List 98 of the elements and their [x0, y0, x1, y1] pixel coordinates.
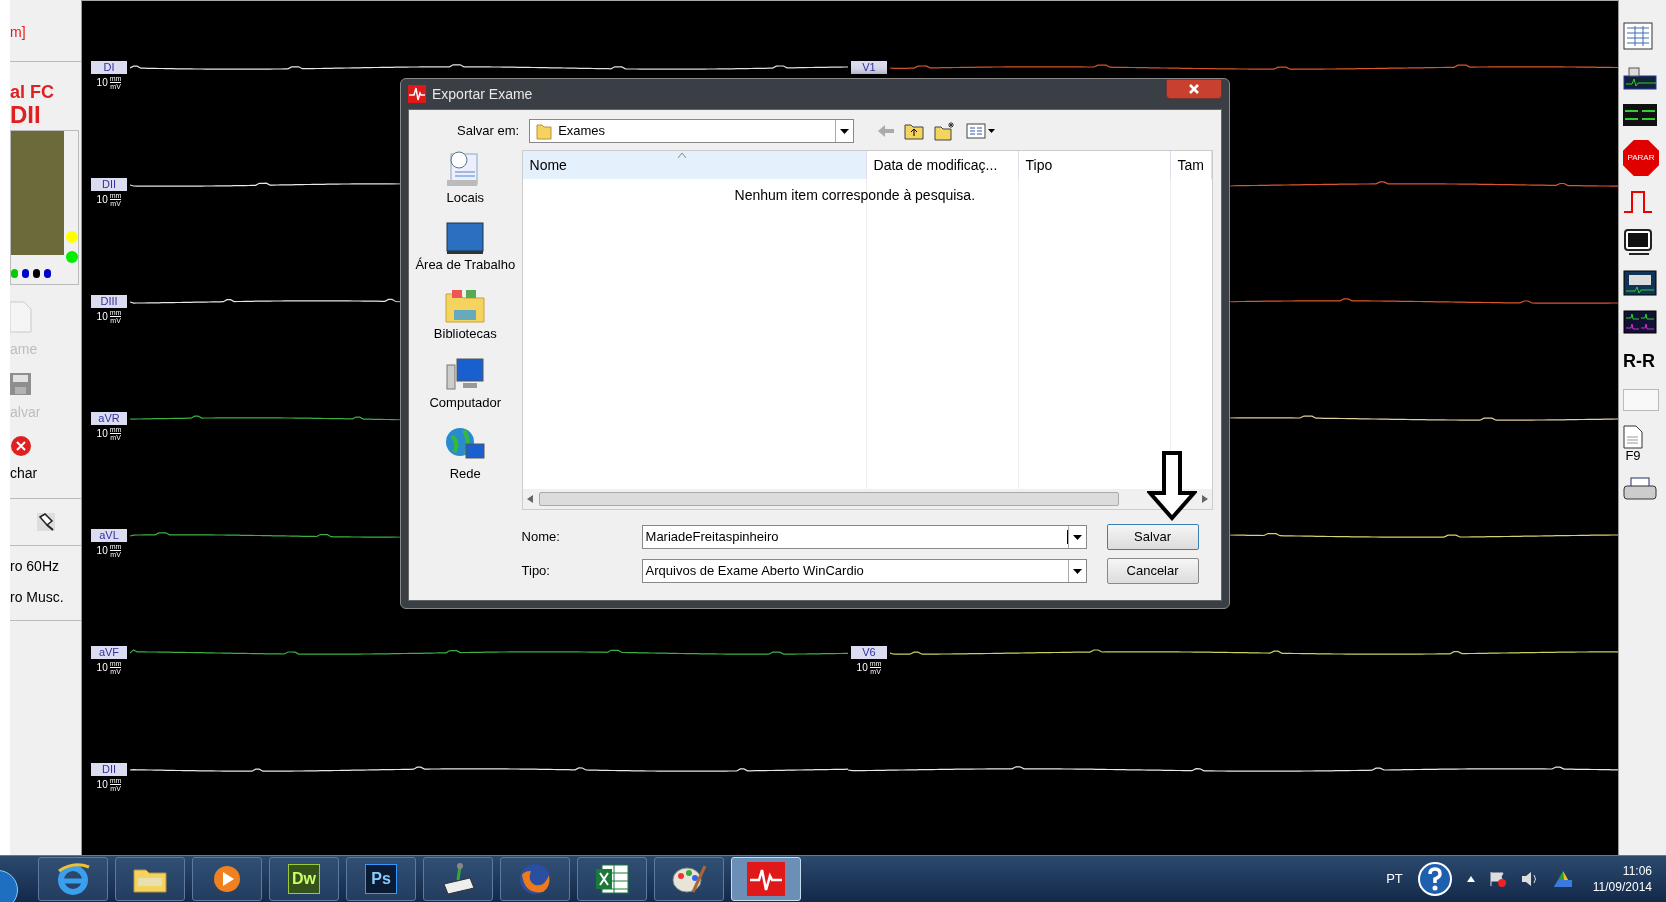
places-item[interactable]: Computador — [415, 357, 516, 410]
taskbar-app-button[interactable]: Dw — [269, 857, 339, 901]
rr-label[interactable]: R-R — [1623, 348, 1655, 375]
scroll-right-icon[interactable] — [1202, 495, 1208, 503]
computer-icon — [445, 357, 486, 393]
fox-globe-icon — [517, 861, 553, 897]
taskbar-app-button[interactable] — [423, 857, 493, 901]
cancel-button[interactable]: Cancelar — [1106, 558, 1199, 584]
dashed-lines-icon[interactable] — [1623, 104, 1657, 126]
column-header[interactable]: Nome — [522, 151, 867, 179]
scale-value: 10 — [856, 661, 868, 675]
heartbeat-icon — [408, 85, 426, 103]
lead-label[interactable]: DIII — [91, 295, 127, 308]
places-item[interactable]: Locais — [415, 150, 516, 205]
file-type-dropdown[interactable]: Arquivos de Exame Aberto WinCardio — [641, 559, 1087, 583]
browser-e-icon — [55, 861, 91, 897]
square-pulse-icon[interactable] — [1623, 190, 1653, 214]
filter-option[interactable]: ro Musc. — [10, 587, 81, 608]
view-menu-button[interactable] — [966, 123, 996, 139]
folder-dropdown[interactable]: Exames — [529, 119, 855, 143]
list-view-icon — [966, 123, 987, 139]
blank-field[interactable] — [1623, 389, 1659, 411]
close-icon — [1188, 83, 1200, 95]
lead-label[interactable]: V6 — [851, 646, 887, 659]
close-button[interactable] — [1166, 79, 1222, 99]
close-icon — [10, 435, 32, 457]
desktop-icon — [445, 221, 486, 255]
table-document-icon[interactable] — [1623, 22, 1653, 50]
dropdown-caret-icon — [1072, 534, 1082, 540]
triangle-drive-icon[interactable] — [1552, 870, 1573, 888]
clock-time[interactable]: 11:06 — [1622, 863, 1652, 879]
filter-option[interactable]: ro 60Hz — [10, 556, 81, 577]
folder-icon — [444, 288, 487, 324]
dropdown-caret-icon — [840, 128, 850, 134]
scale-value: 10 — [96, 778, 108, 792]
taskbar-app-button[interactable] — [577, 857, 647, 901]
folder-icon — [536, 122, 553, 140]
printer-icon[interactable] — [1623, 477, 1657, 501]
lead-label[interactable]: V1 — [851, 61, 887, 74]
lead-label[interactable]: aVL — [91, 529, 127, 542]
speaker-icon[interactable] — [1520, 871, 1539, 887]
panel-header: m] — [10, 24, 26, 40]
field-label: Tipo: — [521, 562, 551, 581]
taskbar-app-button[interactable] — [115, 857, 185, 901]
scale-value: 10 — [96, 661, 108, 675]
heartbeat-icon — [747, 862, 785, 896]
lead-label[interactable]: DII — [91, 178, 127, 191]
help-icon[interactable] — [1416, 861, 1453, 897]
save-button[interactable]: Salvar — [1106, 524, 1199, 550]
flag-icon[interactable] — [1488, 871, 1507, 887]
stop-button[interactable]: PARAR — [1623, 140, 1659, 176]
lead-label[interactable]: aVR — [91, 412, 127, 425]
ecg-monitor-icon[interactable] — [1623, 64, 1657, 90]
dialog-title: Exportar Exame — [432, 84, 534, 104]
shortcut-label: F9 — [1625, 449, 1641, 463]
dropdown-caret-icon — [988, 129, 996, 133]
language-indicator[interactable]: PT — [1386, 869, 1403, 889]
monitor-icon[interactable] — [1623, 228, 1653, 256]
places-item[interactable]: Área de Trabalho — [415, 221, 516, 272]
lead-label[interactable]: aVF — [91, 646, 127, 659]
scale-value: 10 — [96, 544, 108, 558]
probe-tool-icon[interactable] — [34, 511, 57, 533]
app-letters-icon: Dw — [288, 864, 320, 894]
scale-value: 10 — [96, 310, 108, 324]
lead-label[interactable]: DII — [91, 763, 127, 776]
taskbar-app-button[interactable] — [38, 857, 108, 901]
taskbar-app-button[interactable] — [654, 857, 724, 901]
multi-ecg-icon[interactable] — [1623, 310, 1657, 334]
places-item[interactable]: Bibliotecas — [415, 288, 516, 341]
taskbar-app-button[interactable]: Ps — [346, 857, 416, 901]
document-icon[interactable] — [1623, 425, 1643, 449]
field-label: Nome: — [521, 528, 561, 547]
scale-value: 10 — [96, 193, 108, 207]
new-folder-icon[interactable] — [934, 121, 957, 141]
empty-list-message: Nenhum item corresponde à pesquisa. — [734, 186, 975, 205]
up-folder-icon[interactable] — [904, 122, 925, 140]
page-icon — [10, 301, 32, 333]
spreadsheet-icon — [594, 863, 630, 895]
folder-name: Exames — [558, 122, 607, 141]
scroll-left-icon[interactable] — [526, 495, 533, 503]
panel-title: al FC — [10, 82, 55, 102]
taskbar-app-button[interactable] — [192, 857, 262, 901]
scale-value: 10 — [96, 76, 108, 90]
app-letters-icon: Ps — [365, 864, 397, 894]
side-action-button[interactable]: char — [10, 435, 81, 484]
clock-date[interactable]: 11/09/2014 — [1592, 879, 1652, 895]
lead-name: DII — [10, 102, 42, 128]
play-button-icon — [212, 864, 242, 894]
show-hidden-icons-icon[interactable] — [1466, 876, 1475, 882]
file-name-field[interactable]: MariadeFreitaspinheiro — [641, 525, 1087, 549]
dropdown-caret-icon — [1072, 568, 1082, 574]
scale-value: 10 — [96, 427, 108, 441]
ecg-window-icon[interactable] — [1623, 270, 1657, 296]
horizontal-scrollbar[interactable] — [522, 489, 1212, 509]
lead-label[interactable]: DI — [91, 61, 127, 74]
places-item[interactable]: Rede — [415, 426, 516, 481]
scanner-icon — [440, 862, 476, 896]
save-in-label: Salvar em: — [457, 122, 520, 141]
